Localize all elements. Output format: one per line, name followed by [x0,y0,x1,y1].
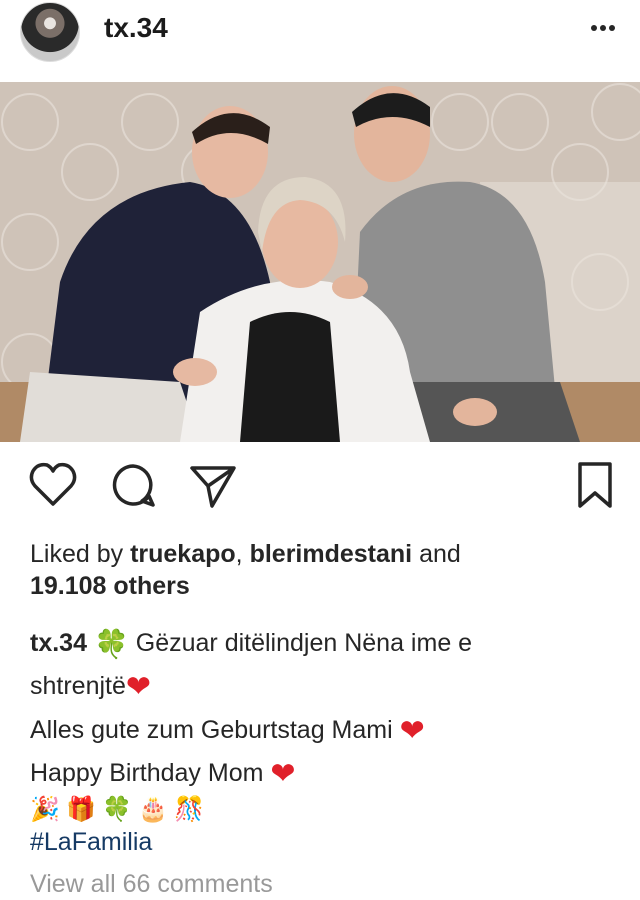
caption-line-4: Happy Birthday Mom [30,759,264,788]
post-photo[interactable] [0,82,640,442]
post-caption: tx.34 🍀 Gëzuar ditëlindjen Nëna ime e sh… [30,622,620,796]
heart-emoji: ❤ [125,670,152,704]
family-photo-illustration [0,82,640,442]
likes-prefix: Liked by [30,540,124,568]
gift-emoji: 🎁 [66,796,96,823]
liker-truekapo[interactable]: truekapo [130,540,236,568]
likes-count[interactable]: 19.108 others [30,572,190,600]
heart-icon[interactable] [28,460,78,510]
likes-summary[interactable]: Liked by truekapo, blerimdestani and 19.… [30,538,620,602]
caption-username[interactable]: tx.34 [30,629,87,657]
send-icon[interactable] [188,460,238,510]
hashtag-lafamilia[interactable]: #LaFamilia [30,828,152,857]
post-username[interactable]: tx.34 [104,12,168,44]
likes-and: and [419,540,461,568]
party-popper-emoji: 🎉 [30,796,60,823]
caption-line-1: Gëzuar ditëlindjen Nëna ime e [135,629,473,657]
liker-blerimdestani[interactable]: blerimdestani [250,540,413,568]
birthday-cake-emoji: 🎂 [138,796,168,823]
heart-emoji: ❤ [270,757,296,791]
confetti-ball-emoji: 🎊 [174,796,204,823]
comment-icon[interactable] [108,460,158,510]
clover-emoji: 🍀 [93,628,129,660]
post-actions [0,460,640,520]
caption-line-3: Alles gute zum Geburtstag Mami [30,715,393,744]
caption-line-2: shtrenjtë [30,672,126,701]
caption-emoji-row: 🎉 🎁 🍀 🎂 🎊 [30,790,204,830]
bookmark-icon[interactable] [574,460,616,510]
clover-emoji: 🍀 [102,796,132,823]
view-all-comments-link[interactable]: View all 66 comments [30,870,273,899]
likes-separator: , [235,540,243,568]
more-horizontal-icon[interactable] [588,16,618,40]
post-header: tx.34 [0,0,640,82]
avatar[interactable] [20,2,80,62]
heart-emoji: ❤ [399,714,425,748]
